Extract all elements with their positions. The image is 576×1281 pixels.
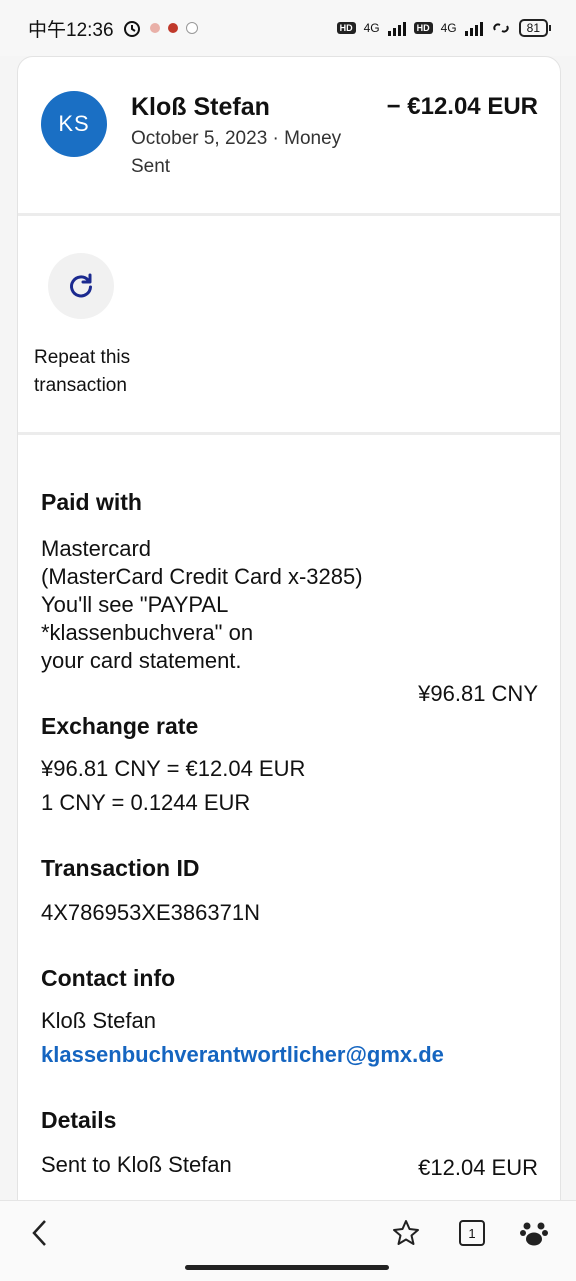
status-right: HD 4G HD 4G 81 bbox=[336, 19, 552, 37]
bookmark-button[interactable] bbox=[386, 1213, 426, 1253]
notification-icon bbox=[185, 22, 198, 34]
signal-icon bbox=[387, 20, 406, 36]
home-indicator bbox=[185, 1265, 389, 1270]
transaction-amount: − €12.04 EUR bbox=[386, 93, 538, 120]
hd-icon: HD bbox=[413, 22, 433, 34]
transaction-header: KS Kloß Stefan October 5, 2023 · Money S… bbox=[18, 57, 560, 216]
details-heading: Details bbox=[41, 1107, 117, 1133]
avatar: KS bbox=[41, 91, 107, 157]
sent-to-text: Sent to Kloß Stefan bbox=[41, 1152, 232, 1177]
status-bar: 中午12:36 HD 4G HD 4G 81 bbox=[0, 0, 576, 56]
alarm-icon bbox=[123, 21, 140, 37]
date-type: October 5, 2023 · Money Sent bbox=[131, 128, 342, 177]
exchange-rate-heading: Exchange rate bbox=[41, 713, 199, 739]
statement-note: *klassenbuchvera" on bbox=[41, 620, 254, 645]
tabs-button[interactable]: 1 bbox=[452, 1213, 492, 1253]
paid-with-heading: Paid with bbox=[41, 489, 142, 515]
status-left: 中午12:36 bbox=[28, 15, 198, 42]
statement-note: You'll see "PAYPAL bbox=[41, 592, 229, 617]
clock: 中午12:36 bbox=[28, 19, 114, 41]
paid-amount: ¥96.81 CNY bbox=[418, 681, 538, 706]
baidu-button[interactable] bbox=[514, 1213, 554, 1253]
paw-icon bbox=[520, 1222, 548, 1246]
contact-email-link[interactable]: klassenbuchverantwortlicher@gmx.de bbox=[41, 1041, 444, 1069]
browser-bottom-bar: 1 bbox=[0, 1200, 576, 1281]
tab-count: 1 bbox=[459, 1220, 485, 1246]
signal-icon bbox=[464, 20, 483, 36]
repeat-transaction-label[interactable]: Repeat this transaction bbox=[34, 344, 174, 400]
notification-icon bbox=[167, 23, 178, 33]
details-amount: €12.04 EUR bbox=[418, 1155, 538, 1180]
exchange-rate-line: 1 CNY = 0.1244 EUR bbox=[41, 790, 251, 815]
link-icon bbox=[493, 23, 509, 33]
card-name: Mastercard bbox=[41, 536, 152, 561]
back-button[interactable] bbox=[20, 1213, 60, 1253]
notification-icon bbox=[149, 23, 160, 33]
contact-name: Kloß Stefan bbox=[41, 1008, 156, 1033]
exchange-rate-line: ¥96.81 CNY = €12.04 EUR bbox=[41, 756, 306, 781]
network-type: 4G bbox=[363, 21, 380, 35]
repeat-transaction-button[interactable] bbox=[48, 253, 114, 319]
recipient-name: Kloß Stefan bbox=[131, 93, 270, 121]
statement-note: your card statement. bbox=[41, 648, 242, 673]
star-icon bbox=[393, 1220, 419, 1245]
chevron-left-icon bbox=[32, 1220, 46, 1246]
network-type: 4G bbox=[440, 21, 457, 35]
battery-icon: 81 bbox=[518, 19, 552, 37]
refresh-icon bbox=[70, 273, 92, 298]
details-section: Paid with Mastercard (MasterCard Credit … bbox=[18, 435, 560, 1201]
transaction-id-heading: Transaction ID bbox=[41, 855, 200, 881]
transaction-id: 4X786953XE386371N bbox=[41, 900, 260, 925]
hd-icon: HD bbox=[336, 22, 356, 34]
repeat-section: Repeat this transaction bbox=[18, 216, 560, 435]
card-detail: (MasterCard Credit Card x-3285) bbox=[41, 564, 363, 589]
transaction-card: KS Kloß Stefan October 5, 2023 · Money S… bbox=[17, 56, 561, 1202]
contact-info-heading: Contact info bbox=[41, 965, 176, 991]
